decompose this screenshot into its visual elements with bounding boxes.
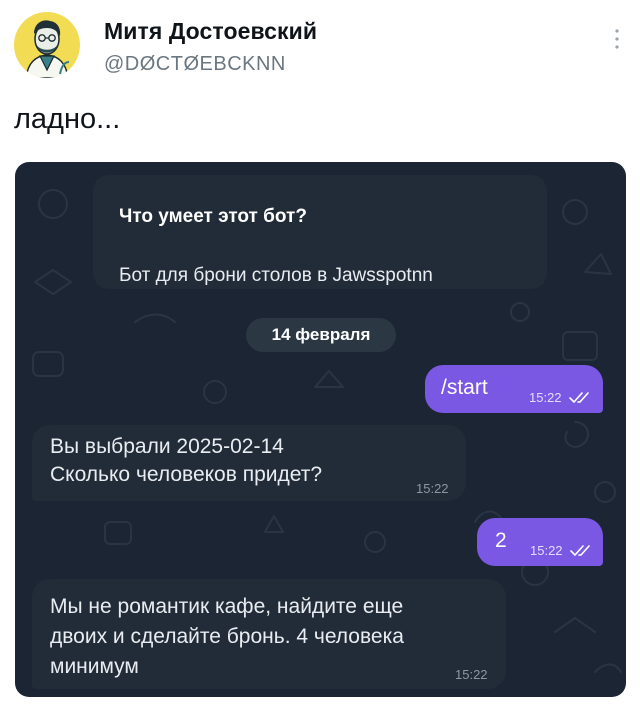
message-incoming[interactable]: Мы не романтик кафе, найдите еще двоих и… [32,579,506,689]
message-time: 15:22 [416,481,449,496]
message-time: 15:22 [455,667,488,682]
tweet-header: Митя Достоевский @DØCTØEBCKNN [14,12,626,78]
double-check-icon [570,544,594,556]
message-text: Мы не романтик кафе, найдите еще двоих и… [50,595,404,678]
message-time: 15:22 [529,390,562,405]
bot-info-card: Что умеет этот бот? Бот для брони столов… [93,175,547,289]
bot-info-description: Бот для брони столов в Jawsspotnn [119,265,433,286]
message-text: 2 [495,529,507,552]
avatar[interactable] [14,12,80,78]
message-outgoing[interactable]: 2 15:22 [477,518,603,566]
message-outgoing[interactable]: /start 15:22 [425,365,603,413]
date-separator: 14 февраля [246,318,396,352]
tweet-text: ладно... [14,103,121,135]
double-check-icon [569,391,593,403]
message-text: Вы выбрали 2025-02-14 Сколько человеков … [50,435,323,486]
author-name[interactable]: Митя Достоевский [104,18,317,45]
message-incoming[interactable]: Вы выбрали 2025-02-14 Сколько человеков … [32,425,466,501]
bot-info-title: Что умеет этот бот? [119,206,307,227]
message-time: 15:22 [530,543,563,558]
message-text: /start [441,376,488,399]
tweet-card: Митя Достоевский @DØCTØEBCKNN ладно... Ч… [0,0,640,705]
chat-screenshot: Что умеет этот бот? Бот для брони столов… [15,162,626,697]
author-handle[interactable]: @DØCTØEBCKNN [104,53,286,76]
more-vertical-icon[interactable] [614,28,620,50]
